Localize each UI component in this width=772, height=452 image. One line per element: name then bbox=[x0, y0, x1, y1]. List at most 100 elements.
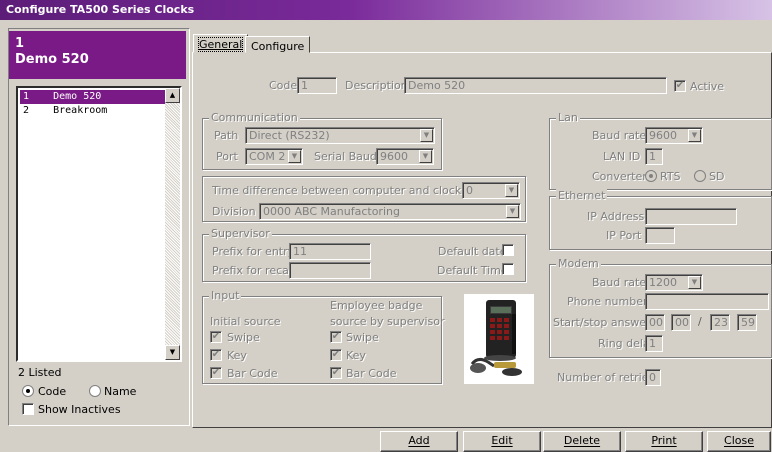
code-label: Code bbox=[269, 79, 298, 92]
ethernet-title: Ethernet bbox=[556, 189, 608, 202]
tab-configure[interactable]: Configure bbox=[245, 36, 311, 53]
active-label: Active bbox=[690, 80, 725, 93]
converter-label: Converter bbox=[592, 170, 647, 183]
show-inactives-label: Show Inactives bbox=[38, 403, 121, 416]
serial-baud-value: 9600 bbox=[380, 150, 408, 163]
list-item-name: Demo 520 bbox=[53, 91, 102, 102]
port-value: COM 2 bbox=[249, 150, 286, 163]
lan-baud-value: 9600 bbox=[649, 129, 677, 142]
print-button[interactable]: Print bbox=[625, 431, 703, 452]
clock-device-image bbox=[464, 294, 534, 384]
selected-clock-header: 1 Demo 520 bbox=[9, 31, 186, 79]
default-time-label: Default Time bbox=[437, 264, 508, 277]
tab-general[interactable]: General bbox=[193, 34, 249, 53]
add-button[interactable]: Add bbox=[380, 431, 458, 452]
start-minute-field[interactable]: 00 bbox=[671, 314, 691, 331]
ip-port-label: IP Port bbox=[606, 229, 642, 242]
converter-rts-label: RTS bbox=[660, 170, 681, 183]
supervisor-title: Supervisor bbox=[209, 227, 272, 240]
ip-port-field[interactable] bbox=[645, 227, 675, 244]
badge-swipe-checkbox[interactable]: ✔ bbox=[330, 331, 342, 343]
selected-clock-name: Demo 520 bbox=[15, 52, 89, 67]
clock-list[interactable]: 1 Demo 520 2 Breakroom bbox=[16, 86, 182, 362]
input-title: Input bbox=[209, 289, 242, 302]
initial-swipe-label: Swipe bbox=[227, 331, 260, 344]
chevron-down-icon[interactable]: ▼ bbox=[419, 150, 432, 163]
description-label: Description bbox=[345, 79, 408, 92]
converter-rts-radio[interactable] bbox=[645, 170, 657, 182]
sort-name-label: Name bbox=[104, 385, 137, 398]
badge-source-label-2: source by supervisor bbox=[330, 315, 445, 328]
port-label: Port bbox=[216, 150, 238, 163]
division-select[interactable]: 0000 ABC Manufactoring ▼ bbox=[259, 203, 521, 220]
edit-button[interactable]: Edit bbox=[463, 431, 541, 452]
code-field[interactable]: 1 bbox=[297, 77, 337, 94]
window-title: Configure TA500 Series Clocks bbox=[6, 3, 195, 16]
badge-barcode-label: Bar Code bbox=[346, 367, 397, 380]
list-item-name: Breakroom bbox=[53, 105, 108, 116]
list-scrollbar[interactable]: ▲ ▼ bbox=[165, 88, 180, 360]
modem-baud-value: 1200 bbox=[649, 276, 677, 289]
close-button[interactable]: Close bbox=[707, 431, 771, 452]
list-item[interactable]: 2 Breakroom bbox=[20, 104, 166, 118]
serial-baud-select[interactable]: 9600 ▼ bbox=[376, 148, 434, 165]
initial-barcode-label: Bar Code bbox=[227, 367, 278, 380]
chevron-down-icon[interactable]: ▼ bbox=[420, 129, 433, 142]
lan-id-field[interactable]: 1 bbox=[645, 148, 663, 165]
list-item[interactable]: 1 Demo 520 bbox=[20, 90, 166, 104]
stop-hour-field[interactable]: 23 bbox=[710, 314, 730, 331]
lan-baud-select[interactable]: 9600 ▼ bbox=[645, 127, 703, 144]
sort-name-radio[interactable] bbox=[89, 385, 101, 397]
default-date-label: Default date bbox=[438, 245, 507, 258]
initial-source-label: Initial source bbox=[210, 315, 281, 328]
description-field[interactable]: Demo 520 bbox=[404, 77, 667, 94]
lan-baud-label: Baud rate bbox=[592, 129, 647, 142]
initial-key-checkbox[interactable]: ✔ bbox=[210, 349, 222, 361]
badge-key-label: Key bbox=[346, 349, 366, 362]
tab-configure-label: Configure bbox=[251, 40, 305, 53]
sort-code-label: Code bbox=[38, 385, 67, 398]
ip-address-field[interactable] bbox=[645, 208, 737, 225]
port-select[interactable]: COM 2 ▼ bbox=[245, 148, 303, 165]
modem-baud-label: Baud rate bbox=[592, 276, 647, 289]
phone-number-field[interactable] bbox=[645, 293, 769, 310]
path-value: Direct (RS232) bbox=[249, 129, 330, 142]
chevron-down-icon[interactable]: ▼ bbox=[688, 129, 701, 142]
time-separator: / bbox=[698, 315, 702, 328]
chevron-down-icon[interactable]: ▼ bbox=[506, 205, 519, 218]
ip-address-label: IP Address bbox=[587, 210, 645, 223]
retries-field[interactable]: 0 bbox=[645, 369, 661, 386]
scroll-down-icon[interactable]: ▼ bbox=[165, 345, 180, 360]
chevron-down-icon[interactable]: ▼ bbox=[688, 276, 701, 289]
prefix-recall-label: Prefix for recall bbox=[212, 264, 295, 277]
retries-label: Number of retries bbox=[557, 371, 655, 384]
path-select[interactable]: Direct (RS232) ▼ bbox=[245, 127, 435, 144]
modem-baud-select[interactable]: 1200 ▼ bbox=[645, 274, 703, 291]
time-diff-select[interactable]: 0 ▼ bbox=[462, 182, 520, 199]
default-time-checkbox[interactable] bbox=[502, 263, 514, 275]
list-count: 2 Listed bbox=[18, 366, 62, 379]
modem-title: Modem bbox=[556, 257, 601, 270]
badge-key-checkbox[interactable]: ✔ bbox=[330, 349, 342, 361]
lan-title: Lan bbox=[556, 111, 580, 124]
chevron-down-icon[interactable]: ▼ bbox=[505, 184, 518, 197]
active-checkbox[interactable]: ✔ bbox=[674, 80, 686, 92]
prefix-entry-field[interactable]: 11 bbox=[289, 243, 371, 260]
initial-swipe-checkbox[interactable]: ✔ bbox=[210, 331, 222, 343]
sort-code-radio[interactable] bbox=[22, 385, 34, 397]
scroll-up-icon[interactable]: ▲ bbox=[165, 88, 180, 103]
chevron-down-icon[interactable]: ▼ bbox=[288, 150, 301, 163]
division-value: 0000 ABC Manufactoring bbox=[263, 205, 400, 218]
prefix-recall-field[interactable] bbox=[289, 262, 371, 279]
time-diff-label: Time difference between computer and clo… bbox=[212, 184, 462, 197]
show-inactives-checkbox[interactable] bbox=[22, 403, 34, 415]
default-date-checkbox[interactable] bbox=[502, 244, 514, 256]
converter-sd-label: SD bbox=[709, 170, 725, 183]
converter-sd-radio[interactable] bbox=[694, 170, 706, 182]
delete-button[interactable]: Delete bbox=[543, 431, 621, 452]
start-hour-field[interactable]: 00 bbox=[645, 314, 665, 331]
ring-delay-field[interactable]: 1 bbox=[645, 335, 663, 352]
badge-barcode-checkbox[interactable]: ✔ bbox=[330, 367, 342, 379]
initial-barcode-checkbox[interactable]: ✔ bbox=[210, 367, 222, 379]
stop-minute-field[interactable]: 59 bbox=[737, 314, 757, 331]
